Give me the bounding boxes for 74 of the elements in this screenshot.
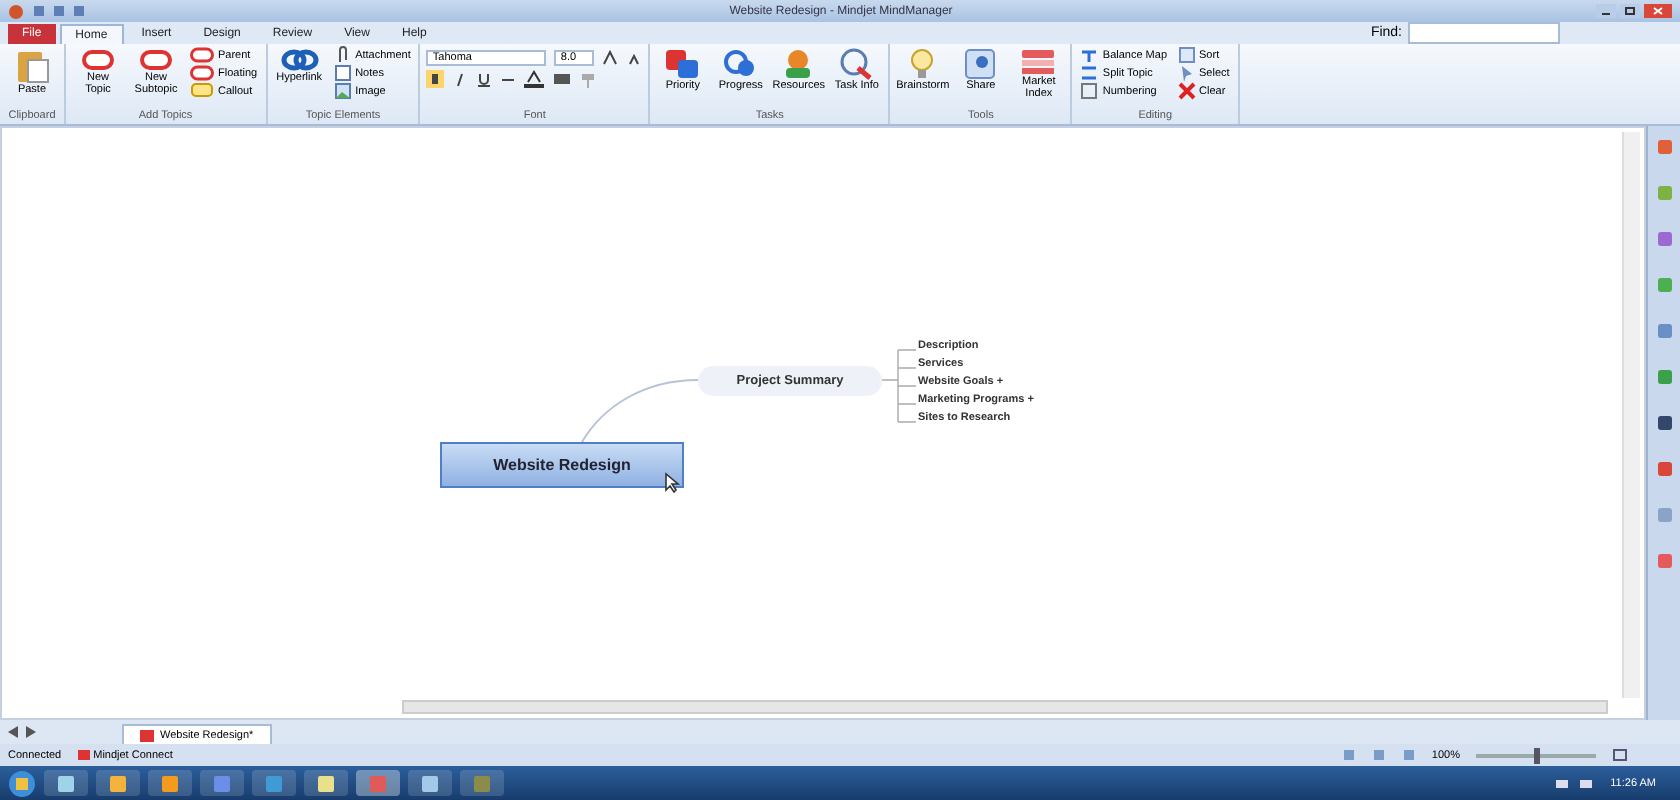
filter-icon[interactable] (1341, 748, 1356, 762)
app-logo-icon (8, 3, 24, 19)
light-bulb-icon (908, 48, 937, 80)
topic-icon (190, 64, 214, 82)
topic-icon (82, 48, 114, 72)
app-icon (318, 775, 334, 791)
vertical-scrollbar[interactable] (1622, 132, 1640, 698)
fill-color-icon[interactable] (552, 70, 573, 88)
side-panel-icon[interactable] (1655, 460, 1673, 478)
index-cards-icon (1020, 48, 1057, 76)
clear-x-icon (1177, 82, 1196, 100)
find-field[interactable] (1408, 22, 1560, 44)
connector-line (581, 379, 699, 443)
view-icon[interactable] (1371, 748, 1386, 762)
side-panel-icon[interactable] (1655, 230, 1673, 248)
save-icon[interactable] (32, 4, 46, 18)
nav-right-icon[interactable] (24, 726, 36, 738)
taskbar-app-button[interactable] (304, 770, 348, 796)
central-topic[interactable]: Website Redesign (440, 442, 684, 488)
taskbar-app-button[interactable] (408, 770, 452, 796)
map-icon[interactable] (1401, 748, 1416, 762)
bold-format-icon[interactable] (426, 70, 445, 88)
grow-font-icon[interactable] (602, 50, 619, 66)
priority-badges-icon (664, 48, 701, 80)
side-panel-icon[interactable] (1655, 414, 1673, 432)
app-icon (474, 775, 490, 791)
chain-link-icon (279, 48, 320, 72)
maximize-icon[interactable] (1620, 4, 1640, 18)
notepad-icon (333, 64, 352, 82)
balance-map-icon (1080, 46, 1099, 64)
italic-format-icon[interactable] (452, 71, 469, 87)
clipboard-icon (14, 48, 50, 84)
app-icon (162, 775, 178, 791)
map-file-icon (140, 729, 154, 741)
app-icon (266, 775, 282, 791)
paperclip-icon (333, 46, 352, 64)
text-color-icon[interactable] (524, 70, 545, 88)
share-person-icon (964, 48, 997, 80)
progress-circles-icon (722, 48, 759, 80)
close-icon[interactable] (1644, 4, 1672, 18)
app-icon (370, 775, 386, 791)
shrink-font-icon[interactable] (626, 50, 643, 66)
slider-thumb[interactable] (1533, 747, 1539, 763)
taskbar-app-button[interactable] (200, 770, 244, 796)
start-button-icon[interactable] (8, 769, 36, 797)
app-icon (58, 775, 74, 791)
undo-icon[interactable] (52, 4, 66, 18)
app-icon (214, 775, 230, 791)
sort-icon (1177, 46, 1196, 64)
taskbar-app-button[interactable] (252, 770, 296, 796)
underline-format-icon[interactable] (476, 71, 493, 87)
horizontal-scrollbar[interactable] (402, 700, 1608, 714)
topic-icon (190, 46, 214, 64)
task-info-icon (838, 48, 875, 80)
minimize-icon[interactable] (1596, 4, 1616, 18)
taskbar-app-button[interactable] (148, 770, 192, 796)
fit-page-icon[interactable] (1612, 748, 1628, 762)
network-icon[interactable] (1554, 776, 1571, 790)
callout-icon (190, 82, 214, 100)
branch-bracket (881, 349, 917, 423)
nav-left-icon[interactable] (8, 726, 20, 738)
picture-icon (333, 82, 352, 100)
numbered-list-icon (1080, 82, 1099, 100)
taskbar-app-button[interactable] (96, 770, 140, 796)
taskbar-app-button[interactable] (44, 770, 88, 796)
topic-icon (140, 48, 172, 72)
volume-icon[interactable] (1578, 776, 1595, 790)
app-icon (110, 775, 126, 791)
split-topic-icon (1080, 64, 1099, 82)
redo-icon[interactable] (72, 4, 86, 18)
select-icon (1177, 64, 1196, 82)
connect-logo-icon (77, 750, 90, 760)
mouse-cursor-icon (664, 472, 682, 494)
app-icon (422, 775, 438, 791)
